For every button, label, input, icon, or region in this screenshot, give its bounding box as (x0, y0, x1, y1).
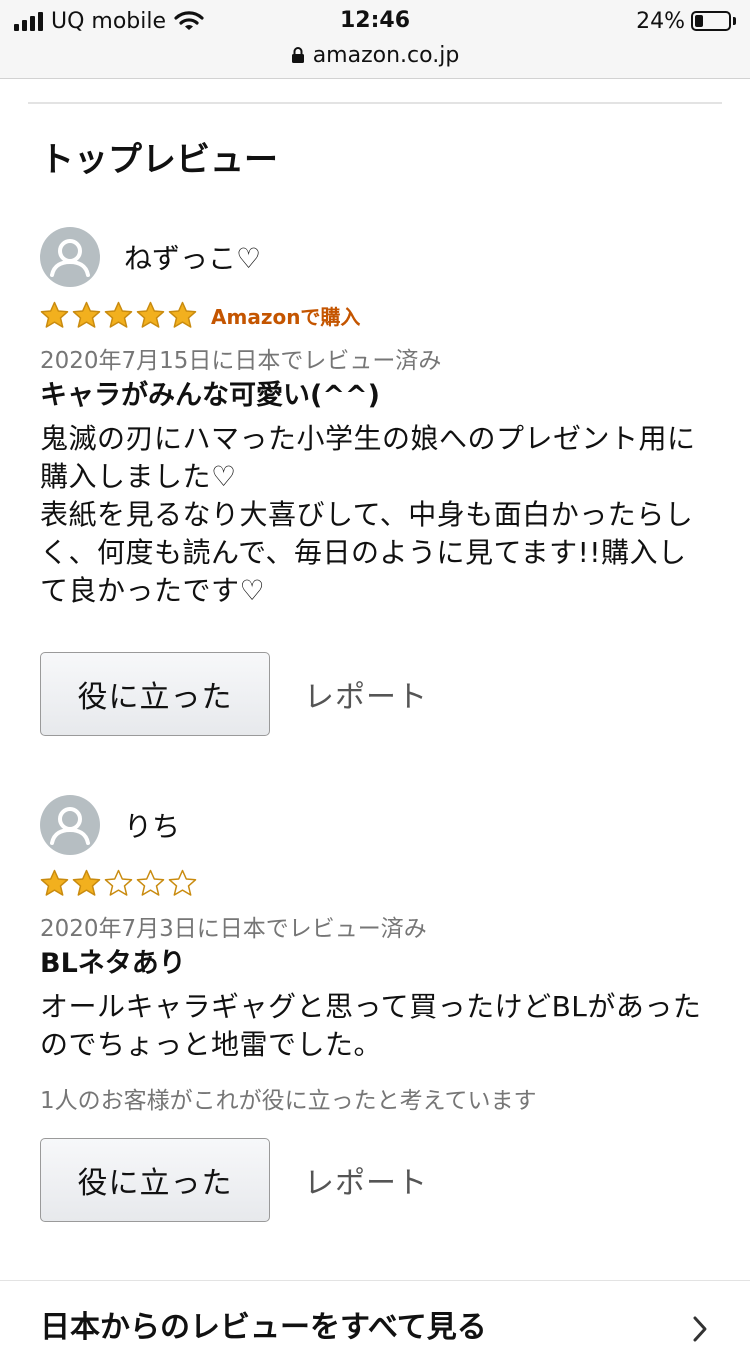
reviewer-name: りち (124, 810, 181, 843)
battery-cap (733, 17, 736, 25)
url-text: amazon.co.jp (312, 42, 460, 68)
avatar (40, 795, 100, 855)
review-card: ねずっこ♡ Amazonで購入 2020年7月15日に日本でレビュー済み キャラ… (40, 226, 710, 736)
review-body: 鬼滅の刃にハマった小学生の娘へのプレゼント用に購入しました♡ 表紙を見るなり大喜… (40, 422, 696, 607)
reviewer-profile[interactable]: りち (40, 794, 710, 856)
report-link[interactable]: レポート (304, 672, 428, 716)
battery-fill (695, 15, 703, 27)
section-title: トップレビュー (40, 140, 278, 180)
status-right: 24% (636, 6, 736, 36)
reviewer-name: ねずっこ♡ (124, 242, 262, 275)
battery-percent: 24% (636, 8, 685, 34)
review-date: 2020年7月15日に日本でレビュー済み (40, 348, 442, 374)
star-rating[interactable] (40, 869, 197, 897)
star-filled-icon (136, 301, 165, 328)
divider (28, 102, 722, 104)
review-card: りち 2020年7月3日に日本でレビュー済み BLネタあり オールキャラギャグと… (40, 794, 710, 1222)
avatar (40, 227, 100, 287)
reviewer-profile[interactable]: ねずっこ♡ (40, 226, 710, 288)
chevron-right-icon[interactable] (690, 1314, 710, 1344)
star-empty-icon (136, 869, 165, 896)
review-actions: 役に立った レポート (40, 652, 710, 736)
star-filled-icon (72, 301, 101, 328)
star-filled-icon (72, 869, 101, 896)
address-bar[interactable]: amazon.co.jp (0, 40, 750, 70)
review-title: キャラがみんな可愛い(^^) (40, 380, 380, 411)
review-body: オールキャラギャグと思って買ったけどBLがあったのでちょっと地雷でした。 (40, 990, 702, 1061)
star-empty-icon (168, 869, 197, 896)
star-filled-icon (168, 301, 197, 328)
status-bar: UQ mobile 12:46 24% amazon.co.jp (0, 0, 750, 79)
star-filled-icon (104, 301, 133, 328)
report-link[interactable]: レポート (304, 1158, 428, 1202)
review-title: BLネタあり (40, 948, 186, 979)
rating-row: Amazonで購入 (40, 300, 710, 330)
star-filled-icon (40, 869, 69, 896)
review-actions: 役に立った レポート (40, 1138, 710, 1222)
see-all-reviews-link[interactable]: 日本からのレビューをすべて見る (40, 1308, 487, 1348)
helpful-button[interactable]: 役に立った (40, 652, 270, 736)
star-empty-icon (104, 869, 133, 896)
battery-icon (691, 11, 731, 31)
verified-purchase-badge: Amazonで購入 (211, 304, 361, 329)
lock-icon (291, 47, 304, 63)
helpful-count: 1人のお客様がこれが役に立ったと考えています (40, 1088, 537, 1114)
star-filled-icon (40, 301, 69, 328)
rating-row (40, 868, 710, 898)
user-icon (50, 807, 90, 845)
user-icon (50, 239, 90, 277)
divider (0, 1280, 750, 1281)
star-rating[interactable] (40, 301, 197, 329)
review-date: 2020年7月3日に日本でレビュー済み (40, 916, 427, 942)
helpful-button[interactable]: 役に立った (40, 1138, 270, 1222)
